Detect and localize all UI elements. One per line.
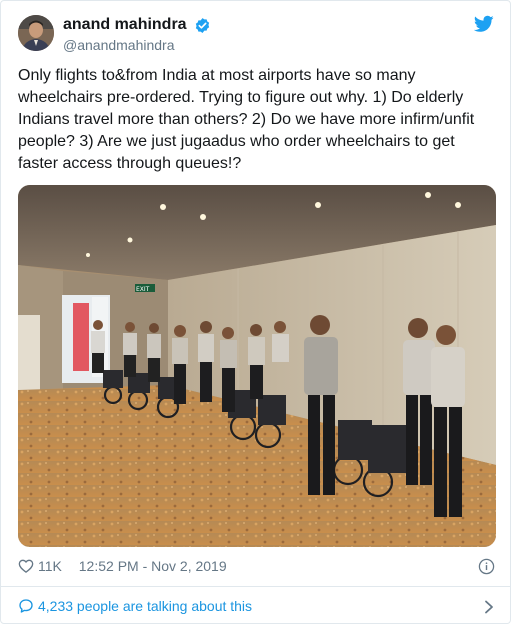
avatar[interactable] [18, 15, 54, 51]
twitter-bird-icon[interactable] [473, 15, 494, 33]
speech-bubble-icon [18, 598, 34, 614]
verified-badge-icon [194, 17, 211, 34]
author-names: anand mahindra @anandmahindra [63, 15, 211, 54]
author-display-name[interactable]: anand mahindra [63, 15, 187, 35]
tweet-timestamp[interactable]: 12:52 PM - Nov 2, 2019 [79, 558, 227, 574]
info-icon[interactable] [478, 558, 495, 575]
tweet-embed-card: anand mahindra @anandmahindra Only fligh… [0, 0, 511, 624]
exit-sign-text: EXIT [136, 286, 150, 293]
tweet-meta: 11K 12:52 PM - Nov 2, 2019 [18, 556, 496, 576]
conversation-label: 4,233 people are talking about this [38, 598, 253, 614]
tweet-header: anand mahindra @anandmahindra [18, 13, 496, 57]
tweet-text: Only flights to&from India at most airpo… [18, 67, 475, 172]
conversation-link[interactable]: 4,233 people are talking about this [18, 596, 496, 616]
divider [1, 586, 510, 587]
heart-icon[interactable] [18, 558, 34, 574]
like-count[interactable]: 11K [38, 558, 62, 574]
chevron-right-icon[interactable] [483, 599, 495, 614]
tweet-photo[interactable]: EXIT [18, 185, 496, 547]
author-handle[interactable]: @anandmahindra [63, 36, 211, 54]
